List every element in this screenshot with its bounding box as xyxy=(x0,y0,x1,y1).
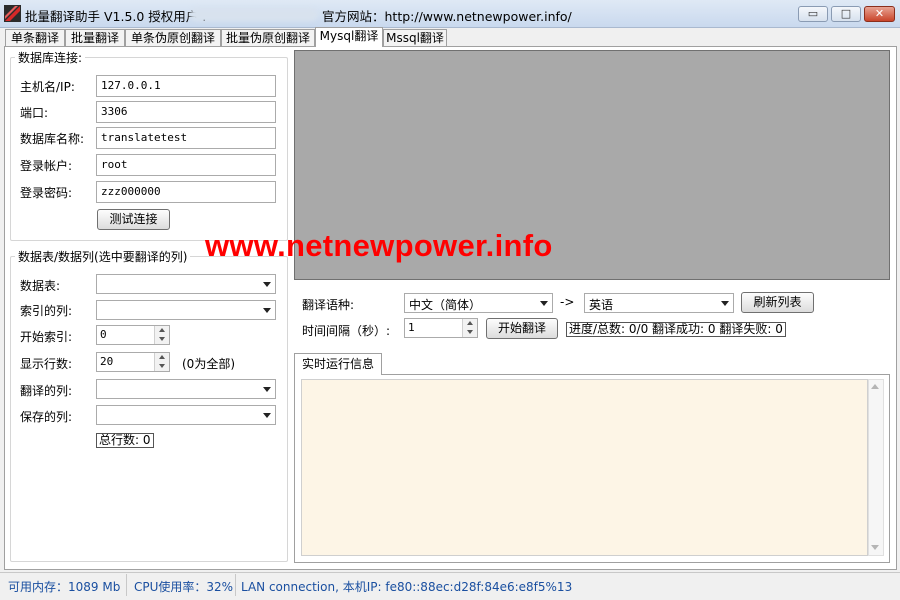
chevron-down-icon xyxy=(263,387,271,392)
language-arrow: -> xyxy=(560,295,575,309)
stepper-buttons xyxy=(462,319,477,337)
stepper-down-icon[interactable] xyxy=(463,328,477,337)
db-connection-title: 数据库连接: xyxy=(15,49,86,66)
database-name-label: 数据库名称: xyxy=(20,132,85,146)
tab-mssql-translate[interactable]: Mssql翻译 xyxy=(383,29,447,46)
port-label: 端口: xyxy=(20,106,49,120)
source-language-value: 中文（简体） xyxy=(409,298,482,312)
display-rows-stepper[interactable]: 20 xyxy=(96,352,170,372)
start-translate-button[interactable]: 开始翻译 xyxy=(486,318,558,339)
chevron-down-icon xyxy=(263,308,271,313)
interval-stepper[interactable]: 1 xyxy=(404,318,478,338)
refresh-list-button[interactable]: 刷新列表 xyxy=(741,292,814,313)
host-input[interactable]: 127.0.0.1 xyxy=(96,75,276,97)
tab-single-pseudo-original[interactable]: 单条伪原创翻译 xyxy=(125,29,221,46)
scroll-down-icon[interactable] xyxy=(871,545,879,550)
stepper-down-icon[interactable] xyxy=(155,335,169,344)
status-divider xyxy=(235,574,236,596)
database-name-input[interactable]: translatetest xyxy=(96,127,276,149)
minimize-icon: ▭ xyxy=(807,7,819,20)
chevron-down-icon xyxy=(263,282,271,287)
index-column-select[interactable] xyxy=(96,300,276,320)
start-index-stepper[interactable]: 0 xyxy=(96,325,170,345)
total-rows-label: 总行数: 0 xyxy=(96,433,154,448)
memory-status: 可用内存：1089 Mb xyxy=(8,580,121,594)
minimize-button[interactable]: ▭ xyxy=(798,6,828,22)
window-title: 批量翻译助手 V1.5.0 授权用户 . xyxy=(25,9,207,24)
tab-single-translate[interactable]: 单条翻译 xyxy=(5,29,65,46)
close-icon: ✕ xyxy=(874,7,885,20)
username-label: 登录帐户: xyxy=(20,159,73,173)
start-index-label: 开始索引: xyxy=(20,330,73,344)
close-button[interactable]: ✕ xyxy=(864,6,895,22)
network-status: LAN connection, 本机IP: fe80::88ec:d28f:84… xyxy=(241,580,573,594)
target-language-value: 英语 xyxy=(589,298,614,312)
start-index-value: 0 xyxy=(100,328,107,341)
stepper-buttons xyxy=(154,353,169,371)
display-rows-hint: (0为全部) xyxy=(182,357,235,371)
interval-label: 时间间隔（秒）: xyxy=(302,324,391,338)
display-rows-label: 显示行数: xyxy=(20,357,73,371)
table-label: 数据表: xyxy=(20,279,61,293)
chevron-down-icon xyxy=(263,413,271,418)
password-label: 登录密码: xyxy=(20,186,73,200)
translate-column-select[interactable] xyxy=(96,379,276,399)
scroll-up-icon[interactable] xyxy=(871,384,879,389)
save-column-select[interactable] xyxy=(96,405,276,425)
host-label: 主机名/IP: xyxy=(20,80,75,94)
source-language-select[interactable]: 中文（简体） xyxy=(404,293,553,313)
index-column-label: 索引的列: xyxy=(20,304,73,318)
tab-batch-translate[interactable]: 批量翻译 xyxy=(65,29,125,46)
log-output-area[interactable] xyxy=(301,379,868,556)
save-column-label: 保存的列: xyxy=(20,410,73,424)
username-input[interactable]: root xyxy=(96,154,276,176)
status-divider xyxy=(126,574,127,596)
maximize-icon: □ xyxy=(840,7,852,20)
port-input[interactable]: 3306 xyxy=(96,101,276,123)
password-input[interactable]: zzz000000 xyxy=(96,181,276,203)
tab-batch-pseudo-original[interactable]: 批量伪原创翻译 xyxy=(221,29,315,46)
chevron-down-icon xyxy=(721,301,729,306)
maximize-button[interactable]: □ xyxy=(831,6,861,22)
interval-value: 1 xyxy=(408,321,415,334)
log-scrollbar[interactable] xyxy=(868,379,884,556)
app-logo-icon xyxy=(4,5,21,22)
table-select[interactable] xyxy=(96,274,276,294)
stepper-buttons xyxy=(154,326,169,344)
cpu-status: CPU使用率：32% xyxy=(134,580,234,594)
translate-column-label: 翻译的列: xyxy=(20,384,73,398)
target-language-select[interactable]: 英语 xyxy=(584,293,734,313)
test-connection-button[interactable]: 测试连接 xyxy=(97,209,170,230)
display-rows-value: 20 xyxy=(100,355,114,368)
tab-mysql-translate[interactable]: Mysql翻译 xyxy=(315,27,383,47)
redacted-user-name xyxy=(190,8,318,21)
progress-status: 进度/总数: 0/0 翻译成功: 0 翻译失败: 0 xyxy=(566,322,786,337)
chevron-down-icon xyxy=(540,301,548,306)
tab-realtime-log[interactable]: 实时运行信息 xyxy=(294,353,382,375)
table-column-title: 数据表/数据列(选中要翻译的列) xyxy=(15,248,191,265)
watermark-text: www.netnewpower.info xyxy=(205,228,553,263)
official-site-label: 官方网站：http://www.netnewpower.info/ xyxy=(322,9,572,24)
language-label: 翻译语种: xyxy=(302,298,355,312)
stepper-down-icon[interactable] xyxy=(155,362,169,371)
